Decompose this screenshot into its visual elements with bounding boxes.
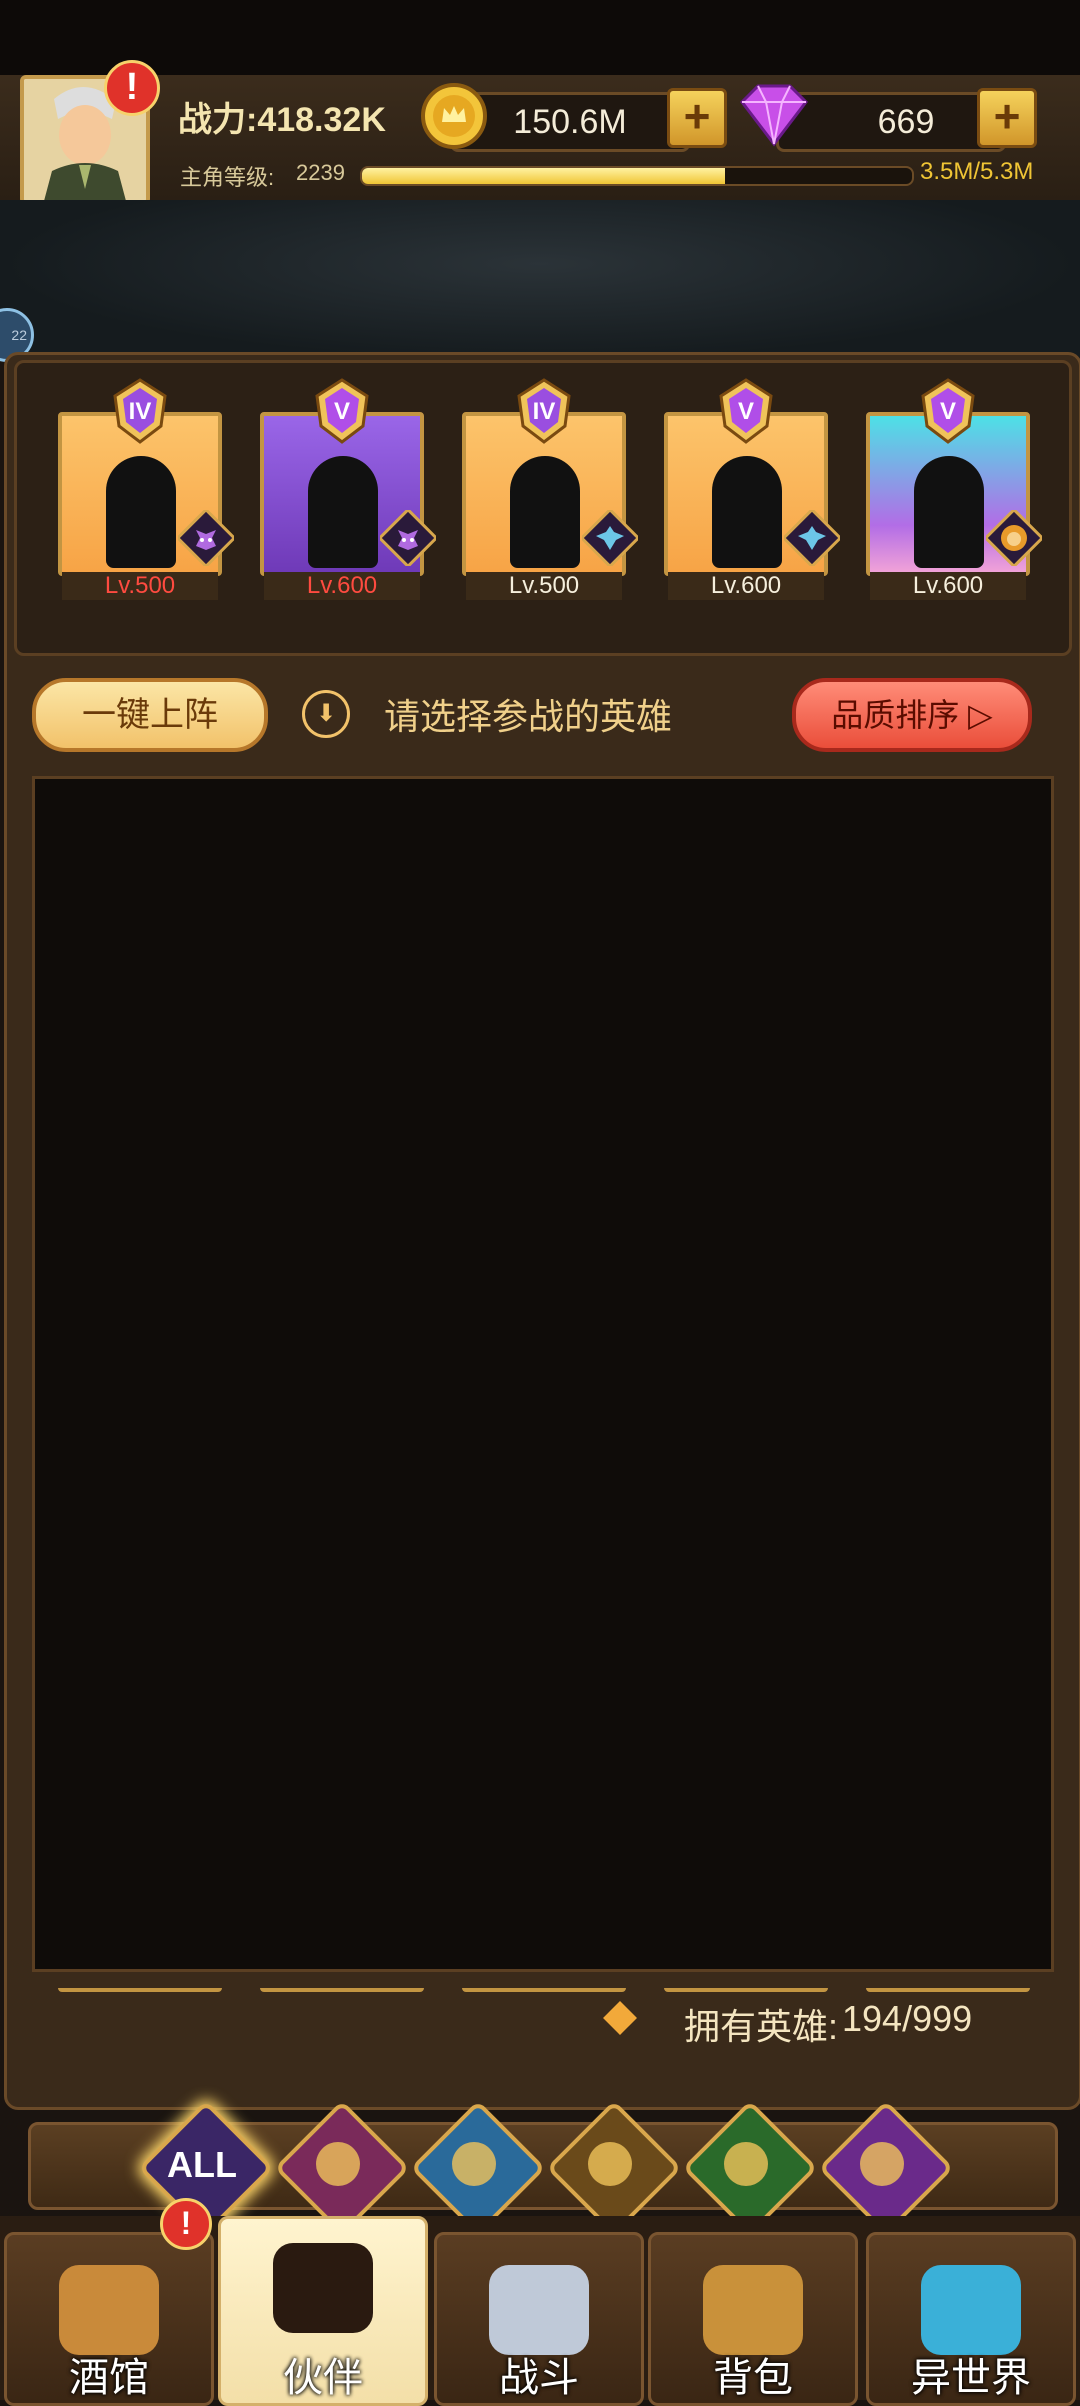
select-hero-hint: 请选择参战的英雄: [384, 696, 673, 737]
avatar-alert-badge: !: [104, 60, 160, 116]
rank-label: IV: [532, 398, 556, 425]
quality-sort-label: 品质排序: [831, 697, 960, 733]
hero-level-value: 2239: [296, 160, 345, 185]
demon-faction-icon: [377, 507, 439, 569]
xp-text: 3.5M/5.3M: [920, 158, 1034, 185]
nav-tab-crossed-swords[interactable]: 战斗: [434, 2232, 644, 2406]
partner-icon: [273, 2243, 373, 2333]
nav-tab-partner[interactable]: 伙伴: [218, 2216, 428, 2406]
hero-level: Lv.500: [62, 572, 218, 600]
beer-mug-icon: [59, 2265, 159, 2355]
side-tab-label: 22: [11, 327, 27, 343]
add-gold-button[interactable]: +: [667, 88, 727, 148]
quality-sort-button[interactable]: 品质排序 ▷: [792, 678, 1032, 752]
rank-label: V: [737, 398, 754, 425]
filter-all-label: ALL: [167, 2144, 237, 2185]
hero-level: Lv.600: [870, 572, 1026, 600]
crossed-swords-icon: [489, 2265, 589, 2355]
nav-tab-beer-mug[interactable]: 酒馆: [4, 2232, 214, 2406]
play-arrow-icon: ▷: [968, 697, 993, 733]
lion-faction-icon: [983, 507, 1045, 569]
demon-faction-icon: [175, 507, 237, 569]
owned-heroes-label: 拥有英雄:: [684, 2006, 839, 2047]
hero-roster-grid: [32, 776, 1054, 1972]
gem-icon: [732, 80, 816, 150]
nav-label: 背包: [713, 2356, 793, 2400]
green-elf-icon: [724, 2142, 768, 2186]
portal-icon: [921, 2265, 1021, 2355]
auto-deploy-button[interactable]: 一键上阵: [32, 678, 268, 752]
hero-portrait: [308, 456, 378, 568]
xp-progress-fill: [362, 168, 725, 184]
hero-portrait: [510, 456, 580, 568]
combat-power: 战力:418.32K: [178, 101, 386, 139]
nav-tab-portal[interactable]: 异世界: [866, 2232, 1076, 2406]
elf-icon: [452, 2142, 496, 2186]
treasure-chest-icon: [703, 2265, 803, 2355]
down-arrow-icon: ⬇: [302, 690, 350, 738]
nav-tab-treasure-chest[interactable]: 背包: [648, 2232, 858, 2406]
nav-label: 伙伴: [283, 2356, 363, 2400]
hero-level-label: 主角等级:: [180, 165, 275, 190]
elf-faction-icon: [579, 507, 641, 569]
hero-portrait: [106, 456, 176, 568]
gold-coin-icon: [420, 82, 488, 150]
nav-label: 战斗: [499, 2356, 579, 2400]
rank-label: IV: [128, 398, 152, 425]
gold-value: 150.6M: [513, 103, 627, 141]
lion-icon: [588, 2142, 632, 2186]
nav-label: 酒馆: [69, 2356, 149, 2400]
hero-level: Lv.600: [264, 572, 420, 600]
add-gem-button[interactable]: +: [977, 88, 1037, 148]
rank-label: V: [333, 398, 350, 425]
xp-progress-bar: [360, 166, 914, 186]
owned-heroes-value: 194/999: [842, 1998, 973, 2039]
hero-portrait: [712, 456, 782, 568]
demon-icon: [860, 2142, 904, 2186]
nav-alert-badge: !: [160, 2198, 212, 2250]
elf-faction-icon: [781, 507, 843, 569]
rank-label: V: [939, 398, 956, 425]
nav-label: 异世界: [911, 2356, 1031, 2400]
hero-level: Lv.600: [668, 572, 824, 600]
hero-level: Lv.500: [466, 572, 622, 600]
status-bar: [0, 0, 1080, 75]
background-scenery: [0, 200, 1080, 360]
hero-portrait: [914, 456, 984, 568]
crown-icon: [316, 2142, 360, 2186]
